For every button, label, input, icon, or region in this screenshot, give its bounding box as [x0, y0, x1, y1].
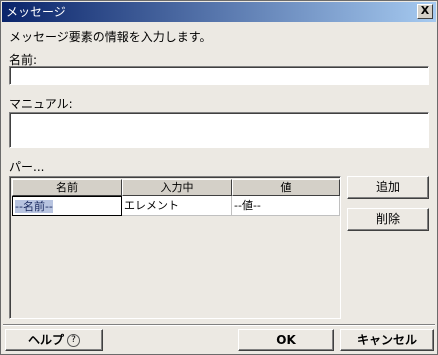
params-table[interactable]: 名前 入力中 値 --名前-- エレメント --値--	[9, 176, 341, 319]
delete-button[interactable]: 削除	[347, 208, 429, 231]
help-button[interactable]: ヘルプ?	[5, 329, 103, 351]
add-button[interactable]: 追加	[347, 176, 429, 199]
title-bar: メッセージ X	[2, 2, 436, 22]
table-row[interactable]: --名前-- エレメント --値--	[12, 196, 340, 216]
column-header-name[interactable]: 名前	[12, 179, 122, 196]
manual-input[interactable]	[9, 112, 429, 148]
cell-value[interactable]: --値--	[232, 196, 340, 216]
help-icon: ?	[67, 334, 80, 347]
footer-divider	[3, 324, 435, 326]
window-title: メッセージ	[6, 5, 66, 19]
description-text: メッセージ要素の情報を入力します。	[9, 30, 212, 44]
params-label: パー...	[9, 160, 45, 174]
column-header-input[interactable]: 入力中	[122, 179, 232, 196]
cancel-button[interactable]: キャンセル	[340, 329, 434, 351]
close-button[interactable]: X	[417, 4, 433, 19]
cell-name[interactable]: --名前--	[12, 196, 122, 216]
table-header: 名前 入力中 値	[12, 179, 340, 196]
cell-input[interactable]: エレメント	[122, 196, 232, 216]
message-dialog: メッセージ X メッセージ要素の情報を入力します。 名前: マニュアル: パー.…	[0, 0, 438, 355]
manual-label: マニュアル:	[9, 97, 73, 111]
close-icon: X	[420, 4, 430, 17]
column-header-value[interactable]: 値	[232, 179, 340, 196]
ok-button[interactable]: OK	[238, 329, 334, 351]
name-input[interactable]	[9, 66, 429, 85]
